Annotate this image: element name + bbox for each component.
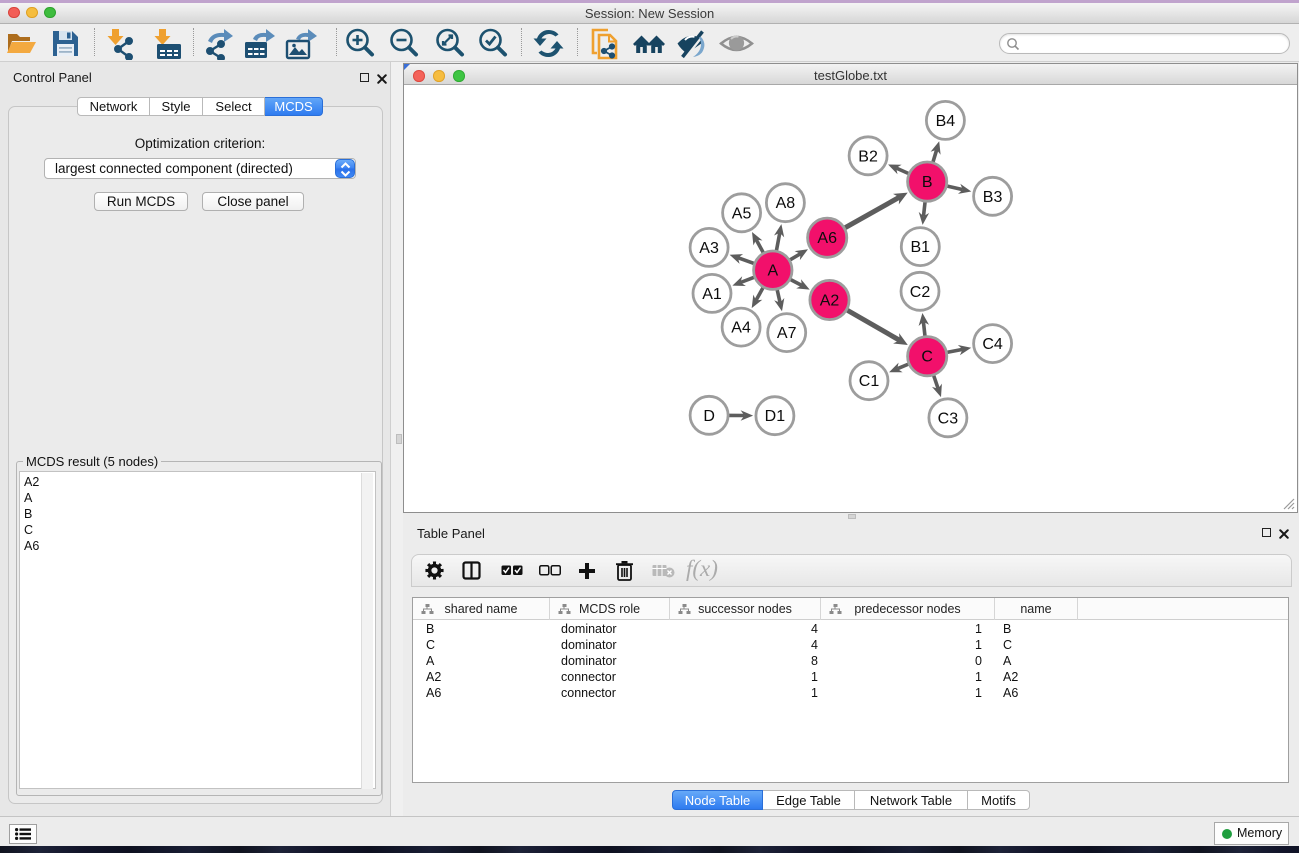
svg-text:B1: B1 bbox=[911, 239, 931, 256]
svg-text:C2: C2 bbox=[910, 284, 931, 301]
svg-text:D1: D1 bbox=[765, 408, 786, 425]
svg-text:B2: B2 bbox=[858, 148, 878, 165]
svg-text:A6: A6 bbox=[817, 230, 837, 247]
svg-text:A1: A1 bbox=[702, 286, 722, 303]
svg-text:C: C bbox=[921, 349, 933, 366]
svg-text:A: A bbox=[767, 263, 778, 280]
svg-text:A7: A7 bbox=[777, 325, 797, 342]
svg-text:C3: C3 bbox=[938, 410, 959, 427]
svg-text:A2: A2 bbox=[820, 293, 840, 310]
svg-text:B3: B3 bbox=[983, 189, 1003, 206]
svg-text:D: D bbox=[703, 408, 715, 425]
svg-text:A8: A8 bbox=[776, 195, 796, 212]
svg-text:A4: A4 bbox=[731, 320, 751, 337]
svg-text:C1: C1 bbox=[859, 373, 880, 390]
svg-text:A5: A5 bbox=[732, 205, 752, 222]
svg-text:C4: C4 bbox=[982, 336, 1003, 353]
svg-text:B4: B4 bbox=[936, 113, 956, 130]
svg-text:A3: A3 bbox=[699, 240, 719, 257]
svg-text:B: B bbox=[922, 174, 933, 191]
